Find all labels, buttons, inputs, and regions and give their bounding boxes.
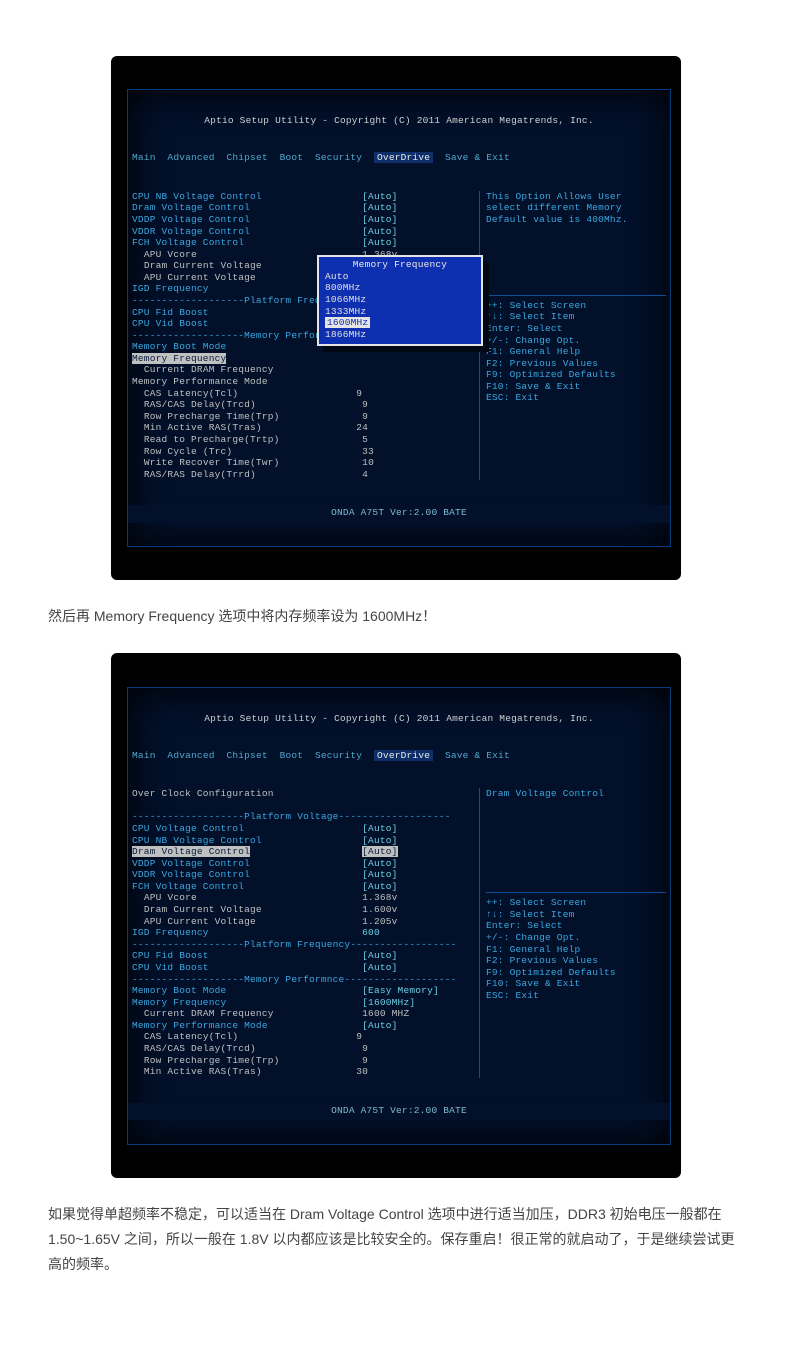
caption-1: 然后再 Memory Frequency 选项中将内存频率设为 1600MHz！: [48, 604, 744, 629]
current-dram-frequency: Current DRAM Frequency: [144, 364, 274, 375]
memory-boot-mode[interactable]: Memory Boot Mode: [132, 341, 226, 352]
freq-option-auto[interactable]: Auto: [325, 271, 349, 282]
cpu-vid-boost[interactable]: CPU Vid Boost: [132, 318, 209, 329]
bios-title-bar: Aptio Setup Utility - Copyright (C) 2011…: [128, 113, 670, 129]
dram-current-voltage: Dram Current Voltage: [144, 260, 262, 271]
freq-option-800[interactable]: 800MHz: [325, 282, 360, 293]
help-text: This Option Allows User select different…: [486, 191, 666, 291]
tab-boot[interactable]: Boot: [280, 152, 304, 163]
cpu-voltage[interactable]: CPU Voltage Control: [132, 823, 244, 834]
memory-frequency-popup[interactable]: Memory FrequencyAuto 800MHz 1066MHz 1333…: [317, 255, 483, 346]
tab-advanced[interactable]: Advanced: [167, 152, 214, 163]
bios-footer: ONDA A75T Ver:2.00 BATE: [128, 505, 670, 523]
freq-option-1866[interactable]: 1866MHz: [325, 329, 366, 340]
help-text: Dram Voltage Control: [486, 788, 666, 888]
tab-main[interactable]: Main: [132, 152, 156, 163]
freq-option-1600[interactable]: 1600MHz: [325, 317, 370, 328]
memory-perf-section: -------------------Memory Performnc: [132, 330, 339, 341]
tab-overdrive[interactable]: OverDrive: [374, 152, 433, 163]
bios-title-bar: Aptio Setup Utility - Copyright (C) 2011…: [128, 711, 670, 727]
memory-performance-mode[interactable]: Memory Performance Mode: [132, 376, 268, 387]
cpu-fid-boost[interactable]: CPU Fid Boost: [132, 307, 209, 318]
bios-tabs: Main Advanced Chipset Boot Security Over…: [128, 152, 670, 165]
memory-frequency[interactable]: Memory Frequency: [132, 353, 226, 364]
vddr-voltage[interactable]: VDDR Voltage Control: [132, 226, 250, 237]
tab-chipset[interactable]: Chipset: [226, 152, 267, 163]
freq-option-1333[interactable]: 1333MHz: [325, 306, 366, 317]
section-title: Over Clock Configuration: [132, 788, 274, 799]
bios-screenshot-2: Aptio Setup Utility - Copyright (C) 2011…: [111, 653, 681, 1177]
tab-security[interactable]: Security: [315, 152, 362, 163]
dram-voltage[interactable]: Dram Voltage Control: [132, 846, 250, 857]
cpu-nb-voltage[interactable]: CPU NB Voltage Control: [132, 191, 262, 202]
tab-save[interactable]: Save & Exit: [445, 152, 510, 163]
caption-2: 如果觉得单超频率不稳定，可以适当在 Dram Voltage Control 选…: [48, 1202, 744, 1278]
apu-current-voltage: APU Current Voltage: [144, 272, 256, 283]
bios-tabs: Main Advanced Chipset Boot Security Over…: [128, 750, 670, 763]
popup-title: Memory Frequency: [325, 259, 475, 271]
settings-panel: CPU NB Voltage Control [Auto] Dram Volta…: [132, 191, 475, 480]
fch-voltage[interactable]: FCH Voltage Control: [132, 237, 244, 248]
bios-screenshot-1: Aptio Setup Utility - Copyright (C) 2011…: [111, 56, 681, 580]
bios-footer: ONDA A75T Ver:2.00 BATE: [128, 1103, 670, 1121]
igd-frequency[interactable]: IGD Frequency: [132, 283, 209, 294]
platform-freq-section: -------------------Platform Frequenc: [132, 295, 344, 306]
apu-vcore: APU Vcore: [144, 249, 197, 260]
freq-option-1066[interactable]: 1066MHz: [325, 294, 366, 305]
settings-panel: Over Clock Configuration ---------------…: [132, 788, 475, 1077]
dram-voltage[interactable]: Dram Voltage Control: [132, 202, 250, 213]
vddp-voltage[interactable]: VDDP Voltage Control: [132, 214, 250, 225]
